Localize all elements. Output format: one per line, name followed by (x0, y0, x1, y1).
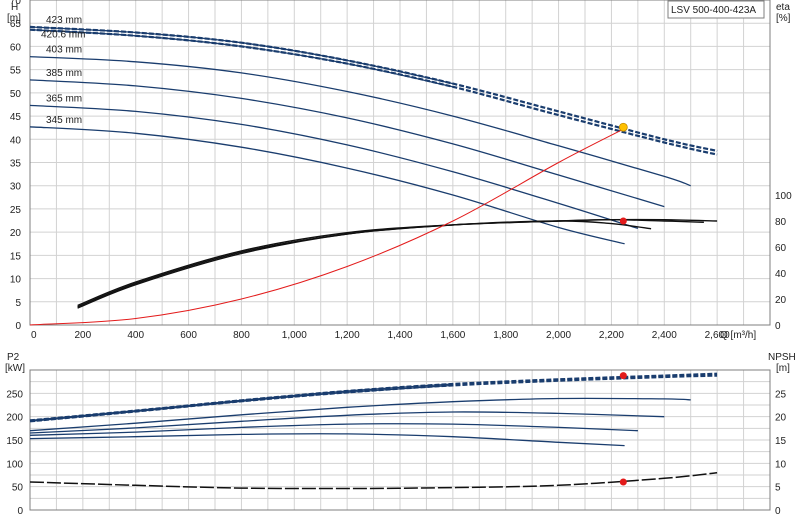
x-tick-label: 1,400 (387, 330, 412, 341)
x-tick-label: 1,800 (493, 330, 518, 341)
upper-left-tick-label: 20 (10, 228, 22, 239)
x-tick-label: 2,200 (599, 330, 624, 341)
x-tick-label: 600 (180, 330, 197, 341)
x-tick-label: 1,600 (440, 330, 465, 341)
upper-right-tick-label: 0 (775, 321, 781, 332)
upper-left-tick-label: 55 (10, 66, 22, 77)
lower-grid (30, 370, 770, 510)
x-tick-label: 800 (233, 330, 250, 341)
lower-left-label-line1: P2 (7, 352, 20, 363)
upper-right-label-line2: [%] (776, 13, 791, 24)
head-curve (29, 104, 639, 230)
upper-right-label-line1: eta (776, 2, 790, 13)
head-curve-label: 385 mm (46, 68, 82, 79)
upper-right-tick-label: 60 (775, 243, 787, 254)
x-axis-label: Q [m³/h] (720, 330, 756, 341)
lower-left-tick-label: 200 (6, 413, 23, 424)
upper-left-tick-label: 45 (10, 112, 22, 123)
upper-axis-ticks: 0 200 400 600 800 1,000 1,200 1,400 1,600 1,800 2,… (10, 0, 792, 341)
upper-right-tick-label: 80 (775, 217, 787, 228)
duty-point-npsh (619, 478, 627, 486)
lower-right-label-line2: [m] (776, 363, 790, 374)
upper-left-tick-label: 50 (10, 89, 22, 100)
upper-right-tick-label: 100 (775, 191, 792, 202)
system-curve (29, 126, 628, 326)
lower-right-tick-label: 15 (775, 436, 787, 447)
upper-left-tick-label: 15 (10, 251, 22, 262)
upper-left-tick-label: 60 (10, 42, 22, 53)
lower-left-tick-label: 0 (17, 506, 23, 517)
upper-left-tick-label: 40 (10, 135, 22, 146)
pump-performance-chart: 0 200 400 600 800 1,000 1,200 1,400 1,600 1,800 2,… (5, 0, 796, 517)
x-tick-label: 1,200 (335, 330, 360, 341)
efficiency-curve (77, 218, 704, 308)
duty-point-efficiency (619, 217, 627, 225)
duty-point-power (619, 372, 627, 380)
upper-left-tick-label: 35 (10, 159, 22, 170)
lower-left-tick-label: 100 (6, 459, 23, 470)
lower-left-tick-label: 150 (6, 436, 23, 447)
x-tick-label: 2,000 (546, 330, 571, 341)
x-tick-label: 2,400 (652, 330, 677, 341)
x-tick-label: 400 (127, 330, 144, 341)
upper-left-tick-label: 5 (15, 298, 21, 309)
upper-right-tick-label: 20 (775, 295, 787, 306)
lower-right-tick-label: 10 (775, 459, 787, 470)
upper-right-tick-label: 40 (775, 269, 787, 280)
lower-right-label-line1: NPSH (768, 352, 796, 363)
lower-left-label-line2: [kW] (5, 363, 25, 374)
head-curve-label: 345 mm (46, 115, 82, 126)
upper-left-tick-label: 10 (10, 275, 22, 286)
head-curve-label: 403 mm (46, 45, 82, 56)
lower-right-tick-label: 20 (775, 413, 787, 424)
efficiency-curve (77, 220, 652, 309)
lower-left-tick-label: 250 (6, 389, 23, 400)
upper-left-label-line2: [m] (7, 13, 21, 24)
upper-left-tick-label: 0 (15, 321, 21, 332)
x-tick-label: 0 (31, 330, 37, 341)
upper-left-tick-label: 30 (10, 182, 22, 193)
upper-grid (30, 0, 770, 325)
head-curve-label: 365 mm (46, 93, 82, 104)
chart-title: LSV 500-400-423A (671, 5, 756, 16)
lower-right-tick-label: 25 (775, 389, 787, 400)
x-tick-label: 1,000 (282, 330, 307, 341)
x-tick-label: 200 (75, 330, 92, 341)
upper-left-tick-label: 25 (10, 205, 22, 216)
upper-left-label-line1: H (11, 2, 18, 13)
lower-right-tick-label: 0 (775, 506, 781, 517)
lower-left-tick-label: 50 (12, 483, 24, 494)
duty-point-head (618, 122, 628, 132)
lower-right-tick-label: 5 (775, 483, 781, 494)
head-curve-label: 423 mm (46, 15, 82, 26)
head-curve-label: 420.6 mm (41, 30, 85, 41)
